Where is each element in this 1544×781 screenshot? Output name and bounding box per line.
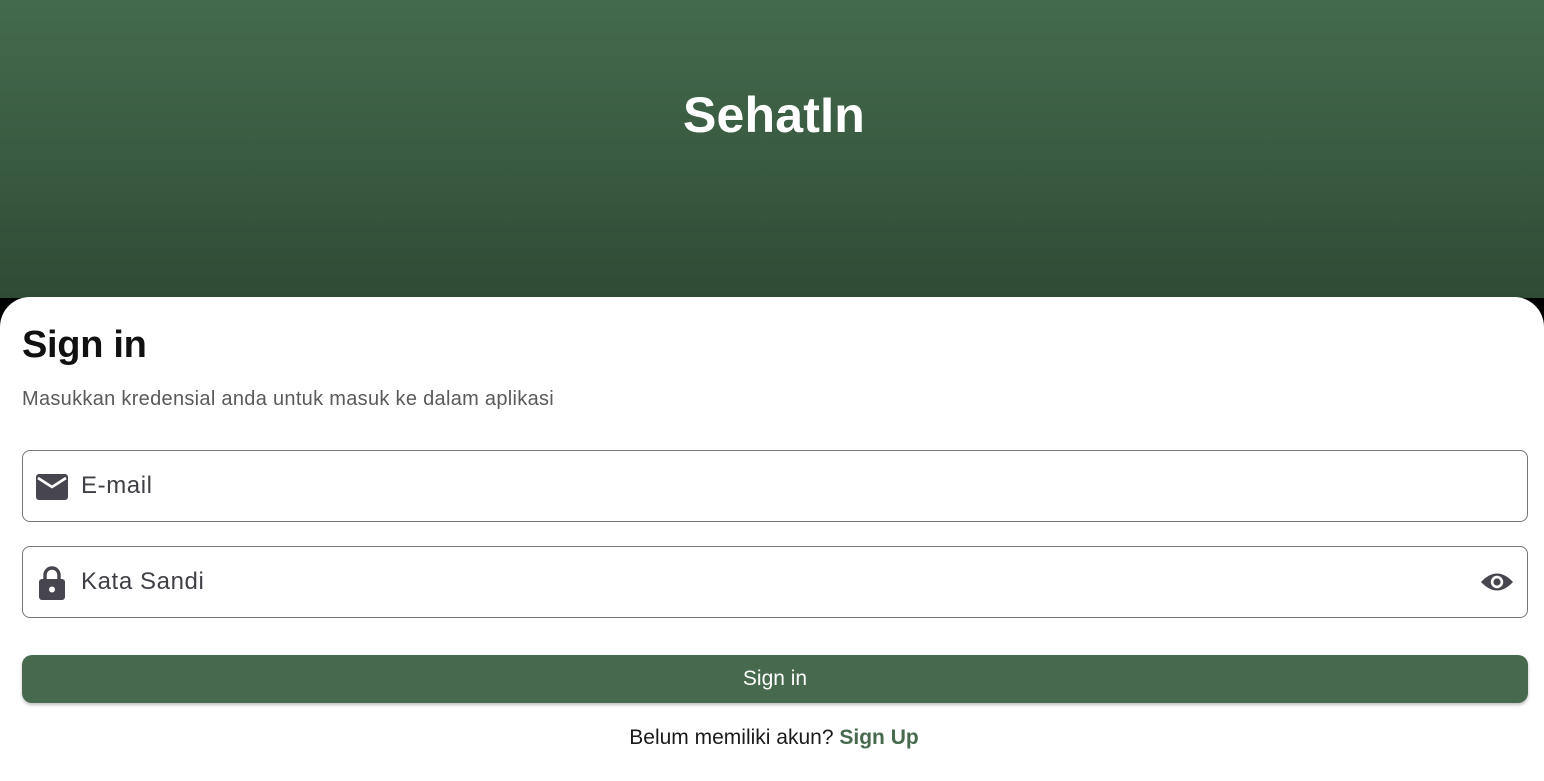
password-input[interactable] xyxy=(81,557,1461,607)
password-field[interactable] xyxy=(22,546,1528,618)
sign-in-screen: SehatIn Sign in Masukkan kredensial anda… xyxy=(0,0,1544,781)
sign-in-button[interactable]: Sign in xyxy=(22,655,1528,703)
app-title: SehatIn xyxy=(683,87,865,143)
page-title: Sign in xyxy=(22,324,147,366)
lock-icon xyxy=(36,566,68,600)
email-field[interactable] xyxy=(22,450,1528,522)
email-input[interactable] xyxy=(81,461,1461,511)
sign-up-link[interactable]: Sign Up xyxy=(839,726,918,749)
eye-icon[interactable] xyxy=(1479,567,1515,597)
sign-in-card: Sign in Masukkan kredensial anda untuk m… xyxy=(0,297,1544,781)
signup-prompt-text: Belum memiliki akun? xyxy=(629,726,834,749)
mail-icon xyxy=(36,472,68,502)
page-subtitle: Masukkan kredensial anda untuk masuk ke … xyxy=(22,388,555,410)
app-header: SehatIn xyxy=(0,0,1544,298)
signup-prompt: Belum memiliki akun? Sign Up xyxy=(0,726,1544,750)
